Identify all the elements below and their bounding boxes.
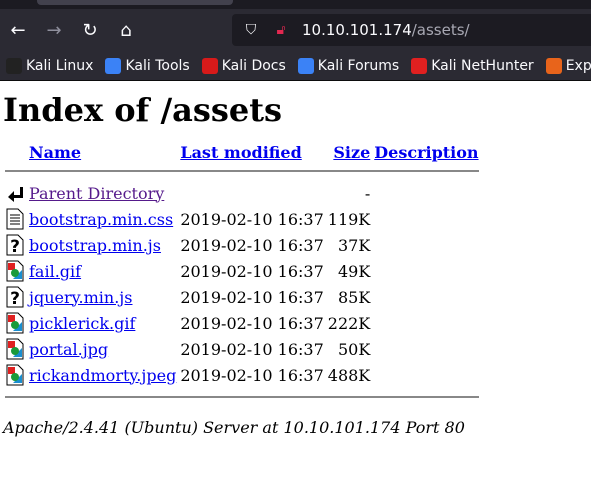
modified-cell: 2019-02-10 16:37 [180, 365, 324, 385]
bookmarks-bar: Kali Linux Kali Tools Kali Docs Kali Forums… [0, 51, 591, 81]
directory-listing: Name Last modified Size Description Pare… [3, 143, 481, 406]
file-link[interactable]: portal.jpg [29, 340, 108, 359]
icon-header [3, 143, 27, 162]
divider [5, 396, 479, 398]
table-row: bootstrap.min.css 2019-02-10 16:37 119K [3, 206, 481, 232]
url-path: /assets/ [411, 21, 470, 39]
svg-text:?: ? [10, 289, 20, 308]
insecure-lock-icon[interactable]: 🔓︎ [270, 22, 292, 38]
table-row: picklerick.gif 2019-02-10 16:37 222K [3, 310, 481, 336]
svg-text:?: ? [10, 237, 20, 256]
bookmark-label: Exploit [565, 57, 591, 74]
bookmark-kali-docs[interactable]: Kali Docs [201, 57, 286, 74]
modified-cell: 2019-02-10 16:37 [180, 209, 324, 229]
file-link[interactable]: bootstrap.min.css [29, 210, 173, 229]
file-link[interactable]: Parent Directory [29, 184, 164, 203]
size-cell: 37K [337, 235, 371, 255]
bookmark-favicon-icon [545, 57, 562, 74]
size-cell: 85K [337, 287, 371, 307]
description-cell [372, 258, 480, 284]
description-cell [372, 284, 480, 310]
modified-cell: 2019-02-10 16:37 [180, 313, 324, 333]
description-cell [372, 180, 480, 206]
size-cell: 119K [327, 209, 371, 229]
bookmark-label: Kali Forums [317, 57, 400, 74]
home-button[interactable]: ⌂ [108, 20, 144, 41]
file-link[interactable]: rickandmorty.jpeg [29, 366, 176, 385]
forward-button[interactable]: → [36, 20, 72, 41]
bookmark-exploit[interactable]: Exploit [545, 57, 591, 74]
file-link[interactable]: fail.gif [29, 262, 81, 281]
table-row: ? bootstrap.min.js 2019-02-10 16:37 37K [3, 232, 481, 258]
image-file-icon [5, 364, 25, 386]
browser-toolbar: ← → ↻ ⌂ ⛉ 🔓︎ 10.10.101.174/assets/ [0, 9, 591, 51]
bookmark-favicon-icon [411, 57, 428, 74]
divider [5, 170, 479, 172]
back-button[interactable]: ← [0, 20, 36, 41]
image-file-icon [5, 260, 25, 282]
description-cell [372, 336, 480, 362]
bookmark-label: Kali Tools [125, 57, 190, 74]
table-row: rickandmorty.jpeg 2019-02-10 16:37 488K [3, 362, 481, 388]
sort-description-link[interactable]: Description [374, 143, 478, 162]
sort-name-link[interactable]: Name [29, 143, 81, 162]
url-host: 10.10.101.174 [302, 21, 412, 39]
modified-cell: 2019-02-10 16:37 [180, 261, 324, 281]
sort-modified-link[interactable]: Last modified [180, 143, 301, 162]
bookmark-label: Kali Docs [221, 57, 286, 74]
url-bar[interactable]: ⛉ 🔓︎ 10.10.101.174/assets/ [232, 14, 591, 46]
size-cell: - [364, 183, 371, 203]
reload-button[interactable]: ↻ [72, 20, 108, 41]
modified-cell [178, 180, 325, 206]
unknown-file-icon: ? [5, 286, 25, 309]
tab-strip [0, 0, 591, 9]
bookmark-label: Kali NetHunter [431, 57, 534, 74]
description-cell [372, 206, 480, 232]
modified-cell: 2019-02-10 16:37 [180, 235, 324, 255]
table-row: portal.jpg 2019-02-10 16:37 50K [3, 336, 481, 362]
bookmark-kali-tools[interactable]: Kali Tools [105, 57, 190, 74]
unknown-file-icon: ? [5, 234, 25, 257]
back-file-icon [5, 182, 25, 204]
size-cell: 488K [327, 365, 371, 385]
table-row: ? jquery.min.js 2019-02-10 16:37 85K [3, 284, 481, 310]
sort-size-link[interactable]: Size [333, 143, 370, 162]
table-row: Parent Directory - [3, 180, 481, 206]
shield-icon[interactable]: ⛉ [240, 22, 262, 38]
description-cell [372, 362, 480, 388]
modified-cell: 2019-02-10 16:37 [180, 287, 324, 307]
image-file-icon [5, 338, 25, 360]
image-file-icon [5, 312, 25, 334]
bookmark-favicon-icon [6, 57, 22, 74]
bookmark-kali-nethunter[interactable]: Kali NetHunter [411, 57, 534, 74]
description-cell [372, 232, 480, 258]
bookmark-favicon-icon [105, 57, 122, 74]
bookmark-kali-linux[interactable]: Kali Linux [6, 57, 94, 74]
file-link[interactable]: bootstrap.min.js [29, 236, 161, 255]
size-cell: 222K [327, 313, 371, 333]
active-tab[interactable] [37, 0, 233, 5]
description-cell [372, 310, 480, 336]
modified-cell: 2019-02-10 16:37 [180, 339, 324, 359]
file-link[interactable]: picklerick.gif [29, 314, 135, 333]
page-title: Index of /assets [3, 91, 283, 129]
text-file-icon [5, 208, 25, 230]
server-signature: Apache/2.4.41 (Ubuntu) Server at 10.10.1… [3, 418, 465, 437]
file-link[interactable]: jquery.min.js [29, 288, 132, 307]
bookmark-favicon-icon [297, 57, 314, 74]
size-cell: 50K [337, 339, 371, 359]
bookmark-favicon-icon [201, 57, 218, 74]
bookmark-label: Kali Linux [26, 57, 94, 74]
table-row: fail.gif 2019-02-10 16:37 49K [3, 258, 481, 284]
size-cell: 49K [337, 261, 371, 281]
bookmark-kali-forums[interactable]: Kali Forums [297, 57, 400, 74]
